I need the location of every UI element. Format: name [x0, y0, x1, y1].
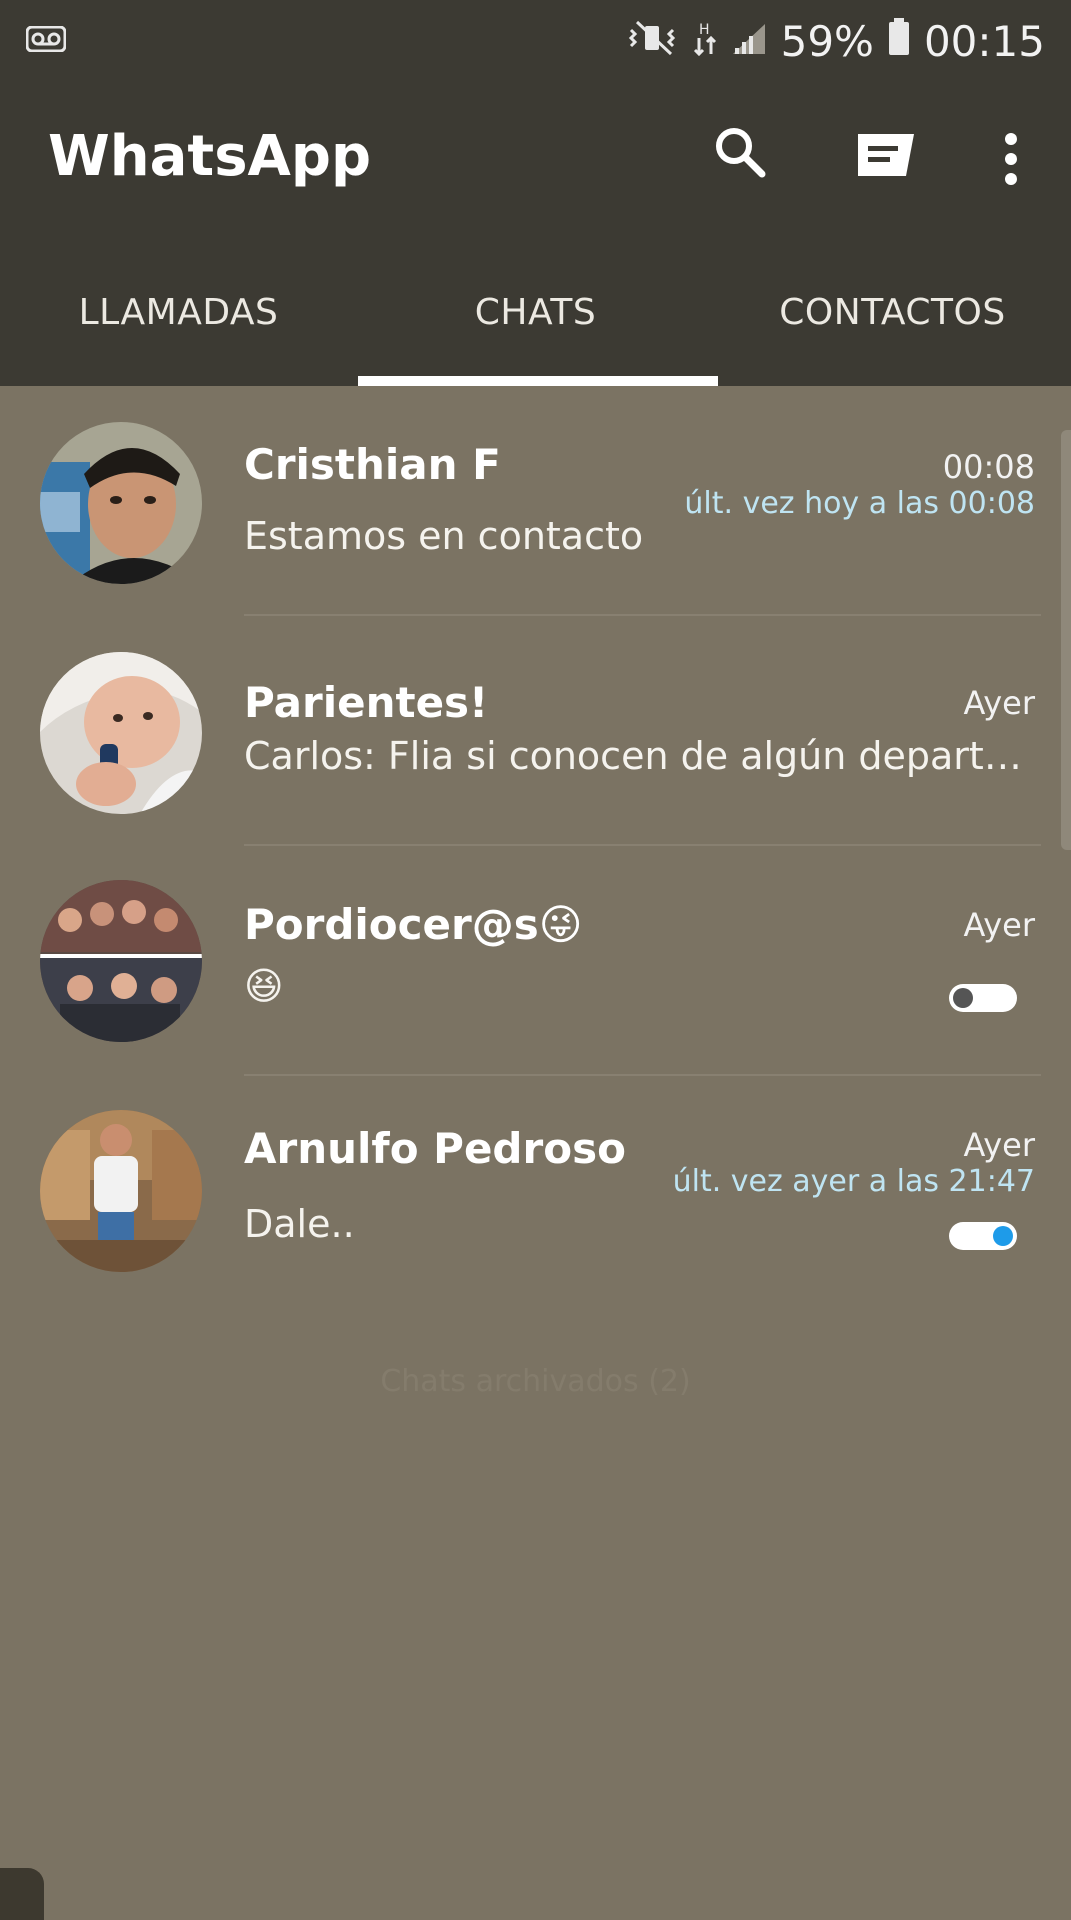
winking-tongue-emoji: 😜 [538, 900, 583, 949]
app-title: WhatsApp [48, 124, 372, 189]
chat-row-arnulfo[interactable]: Arnulfo Pedroso Ayer últ. vez ayer a las… [0, 1086, 1071, 1316]
notification-toggle[interactable] [949, 1222, 1017, 1250]
notification-toggle[interactable] [949, 984, 1017, 1012]
last-seen-status: últ. vez hoy a las 00:08 [684, 486, 1035, 521]
battery-percent: 59% [780, 16, 874, 66]
signal-icon [731, 17, 767, 66]
chat-time: Ayer [963, 1126, 1036, 1164]
archived-chats-link[interactable]: Chats archivados (2) [0, 1364, 1071, 1399]
chat-name: Arnulfo Pedroso [244, 1124, 626, 1173]
toggle-knob [993, 1226, 1013, 1246]
edge-handle[interactable] [0, 1868, 44, 1920]
new-chat-icon[interactable] [852, 130, 920, 184]
svg-text:H: H [699, 22, 710, 38]
status-icons: H 59% 00:15 [627, 16, 1045, 66]
last-seen-status: últ. vez ayer a las 21:47 [672, 1164, 1035, 1199]
chat-time: Ayer [963, 906, 1036, 944]
chat-last-message: 😆 [244, 964, 284, 1008]
divider [244, 844, 1041, 846]
toggle-knob [953, 988, 973, 1008]
avatar[interactable] [40, 422, 202, 584]
chat-time: 00:08 [942, 448, 1035, 486]
tab-contactos[interactable]: CONTACTOS [714, 276, 1071, 386]
data-arrows-icon: H [693, 17, 717, 66]
avatar[interactable] [40, 1110, 202, 1272]
mute-vibrate-icon [627, 17, 679, 66]
voicemail-icon [25, 25, 67, 56]
chat-name: Pordiocer@s😜 [244, 900, 583, 949]
tab-bar: LLAMADAS CHATS CONTACTOS [0, 276, 1071, 386]
chat-time: Ayer [963, 684, 1036, 722]
divider [244, 1074, 1041, 1076]
chat-name: Parientes! [244, 678, 489, 727]
chat-last-message: Carlos: Flia si conocen de algún departa… [244, 734, 1024, 778]
chat-last-message: Estamos en contacto [244, 514, 644, 558]
tab-indicator [358, 376, 718, 386]
clock: 00:15 [923, 16, 1045, 66]
chat-row-parientes[interactable]: Parientes! Ayer Carlos: Flia si conocen … [0, 628, 1071, 858]
more-vert-icon[interactable] [1000, 132, 1022, 190]
search-icon[interactable] [712, 124, 768, 184]
battery-icon [888, 17, 910, 66]
divider [244, 614, 1041, 616]
status-bar: H 59% 00:15 [0, 0, 1071, 80]
tab-chats[interactable]: CHATS [357, 276, 714, 386]
chat-row-cristhian[interactable]: Cristhian F 00:08 últ. vez hoy a las 00:… [0, 398, 1071, 628]
chat-last-message: Dale.. [244, 1202, 355, 1246]
chat-name: Cristhian F [244, 440, 501, 489]
tab-llamadas[interactable]: LLAMADAS [0, 276, 357, 386]
chat-row-pordiocer[interactable]: Pordiocer@s😜 Ayer 😆 [0, 856, 1071, 1086]
avatar[interactable] [40, 652, 202, 814]
avatar[interactable] [40, 880, 202, 1042]
